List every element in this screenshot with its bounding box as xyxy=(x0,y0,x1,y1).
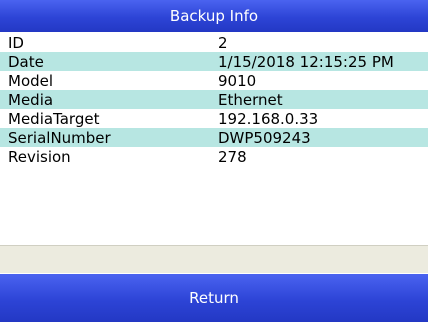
row-key: Date xyxy=(8,52,44,71)
row-value: DWP509243 xyxy=(218,128,311,147)
row-key: Media xyxy=(8,90,54,109)
row-key: SerialNumber xyxy=(8,128,111,147)
status-bar xyxy=(0,245,428,273)
row-key: Revision xyxy=(8,147,71,166)
info-list: ID 2 Date 1/15/2018 12:15:25 PM Model 90… xyxy=(0,33,428,166)
row-value: 1/15/2018 12:15:25 PM xyxy=(218,52,394,71)
row-key: Model xyxy=(8,71,54,90)
info-row-revision: Revision 278 xyxy=(0,147,428,166)
row-key: MediaTarget xyxy=(8,109,100,128)
return-button-label: Return xyxy=(189,289,239,307)
page-title: Backup Info xyxy=(169,7,259,25)
row-value: 2 xyxy=(218,33,228,52)
info-row-date: Date 1/15/2018 12:15:25 PM xyxy=(0,52,428,71)
info-row-id: ID 2 xyxy=(0,33,428,52)
row-value: 9010 xyxy=(218,71,257,90)
row-key: ID xyxy=(8,33,24,52)
info-row-serial-number: SerialNumber DWP509243 xyxy=(0,128,428,147)
return-button[interactable]: Return xyxy=(0,274,428,322)
row-value: 278 xyxy=(218,147,247,166)
row-value: Ethernet xyxy=(218,90,283,109)
row-value: 192.168.0.33 xyxy=(218,109,319,128)
info-row-media: Media Ethernet xyxy=(0,90,428,109)
title-bar: Backup Info xyxy=(0,0,428,32)
info-row-media-target: MediaTarget 192.168.0.33 xyxy=(0,109,428,128)
info-row-model: Model 9010 xyxy=(0,71,428,90)
